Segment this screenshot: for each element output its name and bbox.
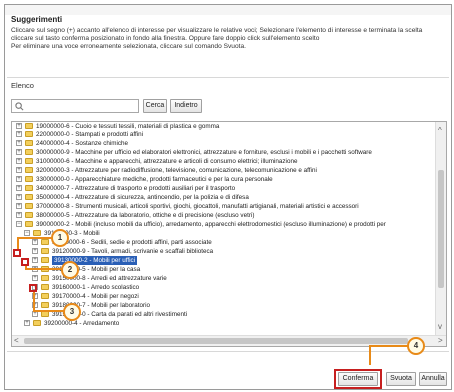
- folder-icon: [41, 302, 49, 308]
- tree-row-label: 32000000-3 - Attrezzature per radiodiffu…: [36, 167, 317, 174]
- callout-line: [369, 345, 371, 365]
- collapse-icon[interactable]: −: [24, 230, 30, 236]
- highlight-box-collapse-mobili: [21, 258, 29, 266]
- folder-icon: [41, 257, 49, 263]
- elenco-title: Elenco: [11, 81, 34, 90]
- folder-icon: [25, 123, 33, 129]
- collapse-icon[interactable]: −: [16, 221, 22, 227]
- callout-line: [33, 310, 65, 312]
- folder-icon: [41, 248, 49, 254]
- expand-icon[interactable]: +: [32, 239, 38, 245]
- divider: [7, 77, 449, 78]
- search-input[interactable]: [26, 101, 136, 111]
- tree-row-label: 39170000-4 - Mobili per negozi: [52, 293, 139, 300]
- suggerimenti-dialog: Suggerimenti Cliccare sul segno (+) acca…: [4, 4, 452, 390]
- expand-icon[interactable]: +: [16, 203, 22, 209]
- callout-3: 3: [63, 303, 81, 321]
- folder-icon: [25, 194, 33, 200]
- tree-row-label: 38000000-5 - Attrezzature da laboratorio…: [36, 212, 255, 219]
- folder-icon: [25, 158, 33, 164]
- instructions-text: Cliccare sul segno (+) accanto all'elenc…: [11, 27, 447, 71]
- dialog-header: [5, 5, 451, 15]
- expand-icon[interactable]: +: [32, 257, 38, 263]
- tree-row-label: 31000000-6 - Macchine e apparecchi, attr…: [36, 158, 298, 165]
- suggerimenti-title: Suggerimenti: [11, 15, 63, 24]
- expand-icon[interactable]: +: [16, 140, 22, 146]
- folder-icon: [25, 176, 33, 182]
- folder-icon: [41, 239, 49, 245]
- folder-icon: [25, 203, 33, 209]
- folder-icon: [25, 149, 33, 155]
- folder-icon: [25, 140, 33, 146]
- expand-icon[interactable]: +: [16, 194, 22, 200]
- expand-icon[interactable]: +: [16, 212, 22, 218]
- expand-icon[interactable]: +: [32, 248, 38, 254]
- horizontal-scroll-thumb[interactable]: [24, 338, 408, 344]
- folder-icon: [25, 167, 33, 173]
- instruction-line: Cliccare sul segno (+) accanto all'elenc…: [11, 27, 423, 34]
- vertical-scrollbar[interactable]: ^ v: [435, 122, 446, 336]
- folder-icon: [41, 275, 49, 281]
- expand-icon[interactable]: +: [16, 158, 22, 164]
- callout-line: [369, 345, 409, 347]
- tree-row-label: 24000000-4 - Sostanze chimiche: [36, 140, 129, 147]
- callout-line: [25, 268, 63, 270]
- highlight-box-expand-uffici: [29, 284, 37, 292]
- folder-icon: [25, 221, 33, 227]
- scroll-right-icon[interactable]: >: [438, 336, 443, 346]
- highlight-box-collapse-parent: [13, 249, 21, 257]
- divider: [7, 351, 449, 352]
- expand-icon[interactable]: +: [16, 149, 22, 155]
- search-icon: [15, 102, 24, 111]
- expand-icon[interactable]: +: [16, 123, 22, 129]
- callout-2: 2: [61, 261, 79, 279]
- vertical-scroll-thumb[interactable]: [438, 170, 444, 288]
- annulla-button[interactable]: Annulla: [419, 372, 447, 386]
- scroll-left-icon[interactable]: <: [14, 336, 19, 346]
- tree-row-label: 33000000-0 - Apparecchiature mediche, pr…: [36, 176, 273, 183]
- tree-row-label: 37000000-8 - Strumenti musicali, articol…: [36, 203, 359, 210]
- folder-icon: [33, 230, 41, 236]
- expand-icon[interactable]: +: [16, 176, 22, 182]
- tree-row-label: 34000000-7 - Attrezzature di trasporto e…: [36, 185, 236, 192]
- search-input-box[interactable]: [11, 99, 139, 113]
- scroll-up-icon[interactable]: ^: [438, 126, 442, 136]
- cerca-button[interactable]: Cerca: [143, 99, 167, 113]
- tree-row-label: 39200000-4 - Arredamento: [44, 320, 120, 327]
- indietro-button[interactable]: Indietro: [170, 99, 202, 113]
- scroll-down-icon[interactable]: v: [438, 322, 442, 332]
- tree-row-label: 39110000-6 - Sedili, sedie e prodotti af…: [52, 239, 212, 246]
- expand-icon[interactable]: +: [16, 167, 22, 173]
- callout-4: 4: [407, 337, 425, 355]
- instruction-line: cliccare sul tasto conferma posizionato …: [11, 34, 320, 42]
- expand-icon[interactable]: +: [24, 320, 30, 326]
- folder-icon: [41, 293, 49, 299]
- callout-line: [17, 237, 53, 239]
- conferma-button[interactable]: Conferma: [338, 372, 378, 386]
- folder-icon: [25, 212, 33, 218]
- tree-row-label: 39000000-2 - Mobili (incluso mobili da u…: [36, 221, 386, 228]
- expand-icon[interactable]: +: [16, 185, 22, 191]
- tree-row-label: 30000000-9 - Macchine per ufficio ed ela…: [36, 149, 372, 156]
- folder-icon: [25, 131, 33, 137]
- callout-1: 1: [51, 229, 69, 247]
- expand-icon[interactable]: +: [32, 275, 38, 281]
- tree-row-label: 39160000-1 - Arredo scolastico: [52, 284, 140, 291]
- tree-row-label: 35000000-4 - Attrezzature di sicurezza, …: [36, 194, 249, 201]
- expand-icon[interactable]: +: [16, 131, 22, 137]
- folder-icon: [33, 320, 41, 326]
- instruction-line: Per eliminare una voce erroneamente sele…: [11, 42, 246, 50]
- folder-icon: [25, 185, 33, 191]
- tree-row-label: 39120000-9 - Tavoli, armadi, scrivanie e…: [52, 248, 214, 255]
- svuota-button[interactable]: Svuota: [386, 372, 416, 386]
- tree-row-label: 22000000-0 - Stampati e prodotti affini: [36, 131, 144, 138]
- callout-line: [33, 292, 35, 312]
- folder-icon: [41, 284, 49, 290]
